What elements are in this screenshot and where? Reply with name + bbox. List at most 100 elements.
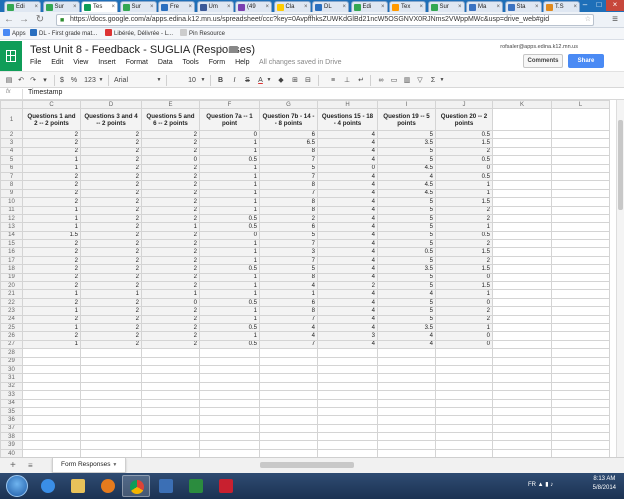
row-header[interactable]: 19 [0, 272, 23, 283]
header-cell[interactable] [492, 108, 552, 131]
cell[interactable]: 2 [22, 138, 81, 148]
column-header[interactable]: F [199, 100, 260, 109]
cell[interactable]: 2 [141, 239, 200, 249]
cell[interactable]: 6 [259, 222, 318, 232]
cell[interactable]: 2 [80, 205, 142, 215]
cell[interactable]: 4 [377, 171, 436, 182]
cell[interactable] [141, 432, 200, 442]
cell[interactable]: 2 [141, 129, 200, 140]
cell[interactable] [551, 180, 610, 190]
cell[interactable] [492, 415, 552, 425]
cell[interactable]: 2 [22, 314, 81, 325]
cell[interactable]: 8 [259, 205, 318, 215]
cell[interactable] [141, 373, 200, 383]
cell[interactable]: 3 [317, 331, 378, 341]
cell[interactable]: 1 [80, 289, 142, 299]
cell[interactable]: 2 [141, 197, 200, 207]
close-tab-icon[interactable]: × [458, 2, 462, 12]
cell[interactable]: 2 [80, 197, 142, 207]
cell[interactable]: 2 [141, 146, 200, 157]
cell[interactable] [492, 364, 552, 375]
cell[interactable]: 4 [317, 138, 378, 148]
browser-tab[interactable]: Edi × [350, 1, 388, 12]
cell[interactable] [435, 398, 493, 408]
cell[interactable]: 4.5 [377, 188, 436, 199]
cell[interactable]: 1.5 [435, 247, 493, 257]
close-tab-icon[interactable]: × [150, 2, 154, 12]
back-arrow-icon[interactable]: ← [3, 14, 15, 26]
cell[interactable] [551, 272, 610, 283]
column-header[interactable]: I [377, 100, 436, 109]
cell[interactable] [551, 163, 610, 173]
cell[interactable] [435, 348, 493, 358]
cell[interactable]: 2 [80, 146, 142, 157]
number-format-button[interactable]: 123 [81, 75, 99, 86]
cell[interactable]: 1 [199, 239, 260, 249]
cell[interactable] [492, 163, 552, 173]
row-header[interactable]: 6 [0, 163, 23, 173]
cell[interactable]: 2 [22, 247, 81, 257]
cell[interactable] [492, 440, 552, 450]
formula-input[interactable]: Timestamp [28, 89, 62, 96]
cell[interactable] [492, 138, 552, 148]
close-tab-icon[interactable]: × [188, 2, 192, 12]
cell[interactable]: 2 [80, 163, 142, 173]
browser-tab[interactable]: Tex × [389, 1, 426, 12]
cell[interactable] [377, 415, 436, 425]
cell[interactable] [259, 348, 318, 358]
row-header[interactable]: 18 [0, 264, 23, 274]
cell[interactable]: 5 [377, 255, 436, 266]
cell[interactable] [22, 373, 81, 383]
cell[interactable]: 2 [22, 171, 81, 182]
cell[interactable]: 1 [199, 289, 260, 299]
cell[interactable]: 1 [199, 247, 260, 257]
cell[interactable] [492, 239, 552, 249]
row-header[interactable]: 24 [0, 314, 23, 325]
menu-help[interactable]: Help [235, 59, 249, 66]
cell[interactable]: 1 [199, 272, 260, 283]
cell[interactable]: 2 [435, 213, 493, 224]
cell[interactable] [317, 415, 378, 425]
undo-icon[interactable]: ↶ [16, 75, 26, 86]
cell[interactable]: 5 [377, 239, 436, 249]
cell[interactable] [22, 390, 81, 400]
cell[interactable] [492, 205, 552, 215]
cell[interactable]: 2 [259, 213, 318, 224]
cell[interactable]: 1.5 [22, 230, 81, 241]
close-tab-icon[interactable]: × [381, 2, 385, 12]
bookmark-dl-first-grade[interactable]: DL - First grade mat... [30, 28, 97, 40]
column-header[interactable]: J [435, 100, 493, 109]
cell[interactable]: 4 [317, 180, 378, 190]
cell[interactable] [435, 373, 493, 383]
cell[interactable]: 2 [80, 171, 142, 182]
row-header[interactable]: 5 [0, 155, 23, 165]
cell[interactable] [317, 364, 378, 375]
cell[interactable]: 8 [259, 306, 318, 316]
cell[interactable] [492, 390, 552, 400]
browser-tab[interactable]: Fre × [158, 1, 195, 12]
cell[interactable]: 4 [317, 272, 378, 283]
cell[interactable] [80, 373, 142, 383]
cell[interactable]: 1 [435, 322, 493, 333]
bookmark-apps[interactable]: Apps [3, 28, 26, 40]
taskbar-ie[interactable] [34, 475, 62, 497]
cell[interactable] [551, 448, 610, 457]
cell[interactable]: 2 [141, 306, 200, 316]
menu-form[interactable]: Form [209, 59, 225, 66]
cell[interactable]: 4 [317, 146, 378, 157]
cell[interactable] [141, 348, 200, 358]
cell[interactable]: 0 [435, 339, 493, 350]
cell[interactable]: 3 [259, 247, 318, 257]
cell[interactable]: 4.5 [377, 180, 436, 190]
cell[interactable]: 2 [22, 255, 81, 266]
cell[interactable]: 1.5 [435, 138, 493, 148]
cell[interactable]: 2 [80, 314, 142, 325]
cell[interactable] [22, 415, 81, 425]
cell[interactable] [80, 432, 142, 442]
cell[interactable]: 4 [317, 213, 378, 224]
cell[interactable] [199, 415, 260, 425]
row-header[interactable]: 23 [0, 306, 23, 316]
cell[interactable]: 0.5 [435, 230, 493, 241]
cell[interactable] [551, 289, 610, 299]
cell[interactable]: 1 [22, 155, 81, 165]
